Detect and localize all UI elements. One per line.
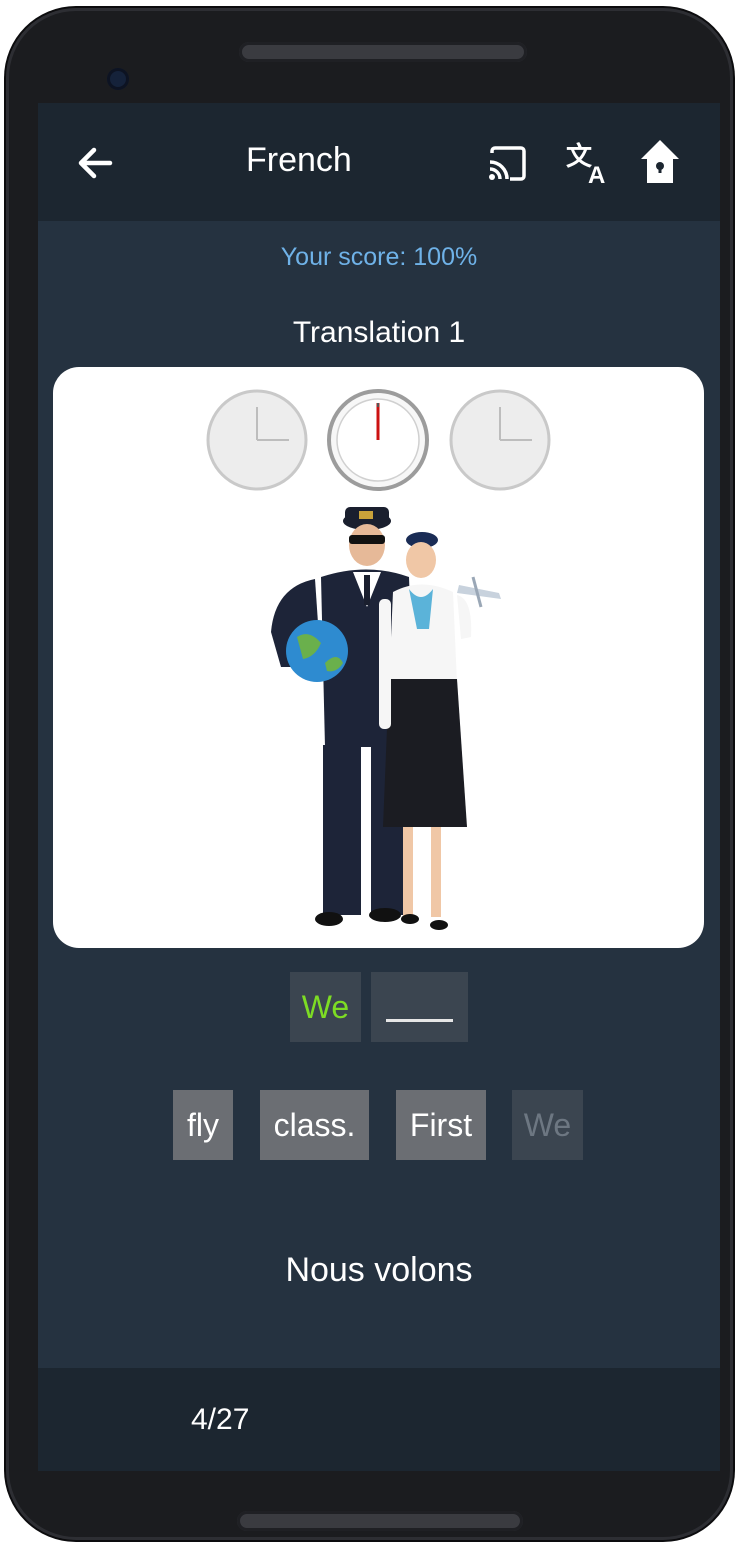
footer-bar: 4/27 (38, 1368, 720, 1471)
top-speaker (239, 42, 527, 62)
progress-counter: 4/27 (191, 1403, 250, 1436)
arrow-left-icon (78, 147, 113, 179)
clock-right-icon (449, 389, 551, 491)
score-label: Your score: 100% (280, 243, 478, 271)
answer-slot-blank[interactable] (371, 972, 468, 1042)
front-camera (107, 68, 129, 90)
choice-chip[interactable]: class. (260, 1090, 369, 1160)
clock-center-icon (327, 389, 429, 491)
translate-icon: 文 A (566, 141, 605, 189)
blank-underline (386, 1019, 453, 1022)
home-button[interactable] (638, 137, 682, 187)
pilot-and-flight-attendant-image (206, 389, 551, 930)
cast-button[interactable] (486, 143, 528, 185)
svg-text:A: A (588, 162, 605, 187)
exercise-title: Translation 1 (292, 316, 466, 349)
back-button[interactable] (74, 141, 118, 185)
answer-slot-filled[interactable]: We (290, 972, 361, 1042)
cast-icon (489, 146, 526, 181)
source-sentence: Nous volons (285, 1251, 473, 1289)
clock-left-icon (206, 389, 308, 491)
translate-button[interactable]: 文 A (564, 139, 612, 189)
choice-chip[interactable]: fly (173, 1090, 233, 1160)
exercise-image (53, 367, 704, 948)
answer-row: We (38, 972, 720, 1042)
word-choices: fly class. First We (38, 1090, 720, 1160)
app-screen: French 文 A Your score: 100% Translation … (38, 103, 720, 1471)
page-title: French (246, 141, 352, 179)
bottom-speaker (237, 1511, 523, 1531)
choice-chip-used[interactable]: We (512, 1090, 583, 1160)
home-icon (641, 140, 679, 183)
choice-chip[interactable]: First (396, 1090, 486, 1160)
app-bar: French 文 A (38, 103, 720, 221)
